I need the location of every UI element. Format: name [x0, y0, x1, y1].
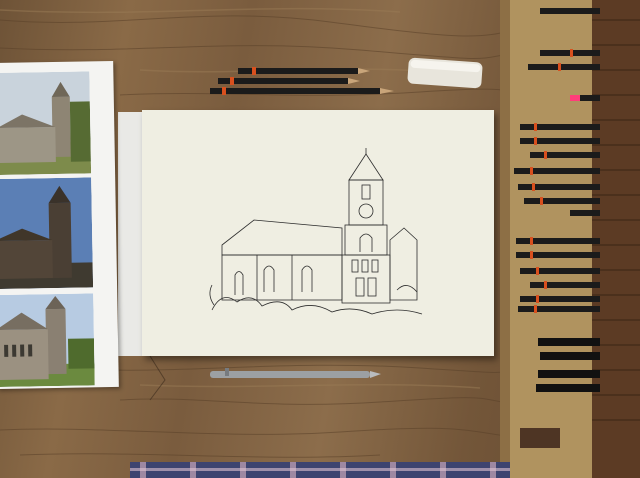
church-sketch	[209, 148, 423, 315]
pencils-top	[210, 67, 394, 95]
pencil[interactable]	[238, 67, 370, 75]
plaid-cloth	[130, 462, 510, 478]
church-photo-1	[0, 71, 92, 176]
drawing-paper	[142, 110, 494, 356]
church-photo-2	[0, 177, 94, 290]
mechanical-pencil[interactable]	[205, 366, 385, 382]
pencil[interactable]	[210, 87, 394, 95]
church-photo-3	[0, 293, 95, 388]
pencil[interactable]	[218, 77, 360, 85]
pencil-roll-case	[500, 0, 640, 478]
eraser[interactable]	[404, 54, 486, 90]
photo-reference-sheet	[0, 60, 119, 390]
desk-scene	[0, 0, 640, 478]
